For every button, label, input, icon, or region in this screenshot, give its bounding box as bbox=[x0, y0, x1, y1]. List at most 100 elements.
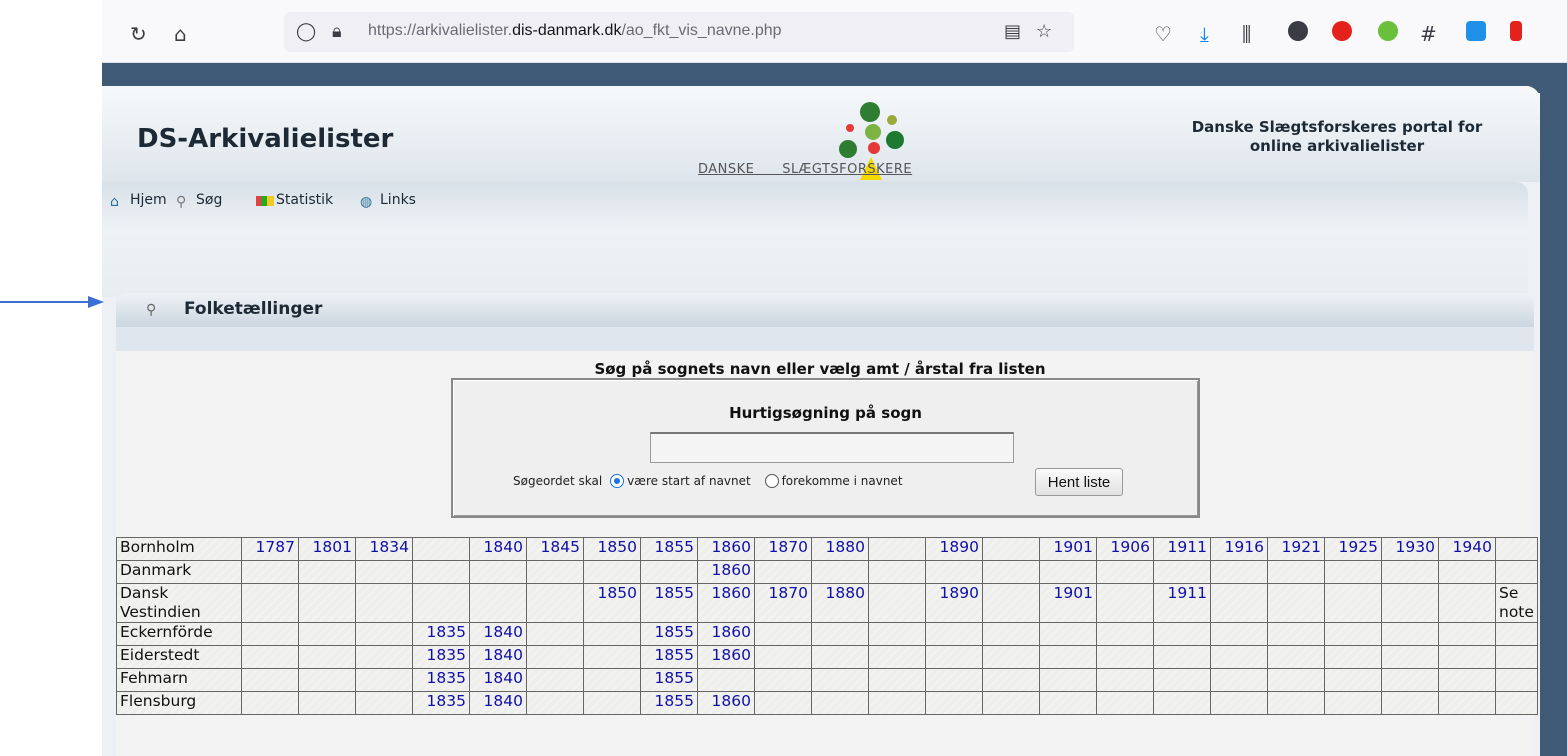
url-bar[interactable]: ◯ 🔒︎ https://arkivalielister.dis-danmark… bbox=[284, 12, 1074, 52]
census-year-link[interactable]: 1906 bbox=[1096, 537, 1154, 561]
census-year-link[interactable]: 1860 bbox=[697, 560, 755, 584]
empty-cell bbox=[1267, 560, 1325, 584]
empty-cell bbox=[526, 668, 584, 692]
search-mode: Søgeordet skal være start af navnet fore… bbox=[513, 474, 903, 488]
census-year-link[interactable]: 1855 bbox=[640, 668, 698, 692]
empty-cell bbox=[526, 645, 584, 669]
census-year-link[interactable]: 1921 bbox=[1267, 537, 1325, 561]
census-year-link[interactable]: 1940 bbox=[1438, 537, 1496, 561]
census-year-link[interactable]: 1850 bbox=[583, 583, 641, 623]
logo-dot bbox=[886, 131, 904, 149]
quick-search-box: Hurtigsøgning på sogn Søgeordet skal vær… bbox=[451, 378, 1200, 518]
census-year-link[interactable]: 1840 bbox=[469, 537, 527, 561]
logo-dot bbox=[846, 124, 854, 132]
empty-cell bbox=[1039, 691, 1097, 715]
empty-cell bbox=[1267, 645, 1325, 669]
pocket-icon[interactable]: ♡ bbox=[1154, 24, 1172, 44]
census-year-link[interactable]: 1911 bbox=[1153, 583, 1211, 623]
nav-item-sog[interactable]: ⚲ Søg bbox=[176, 192, 222, 210]
bookmark-star-icon[interactable]: ☆ bbox=[1036, 21, 1052, 42]
nav-item-links[interactable]: ◍ Links bbox=[360, 192, 416, 210]
shield-icon[interactable]: ◯ bbox=[296, 21, 316, 42]
census-year-link[interactable]: 1916 bbox=[1210, 537, 1268, 561]
extension-s-icon[interactable] bbox=[1466, 21, 1486, 41]
census-year-link[interactable]: 1835 bbox=[412, 668, 470, 692]
note-cell[interactable]: Se note bbox=[1495, 583, 1538, 623]
census-year-link[interactable]: 1870 bbox=[754, 583, 812, 623]
census-year-link[interactable]: 1860 bbox=[697, 583, 755, 623]
note-cell bbox=[1495, 622, 1538, 646]
parish-search-input[interactable] bbox=[650, 432, 1014, 463]
census-year-link[interactable]: 1925 bbox=[1324, 537, 1382, 561]
empty-cell bbox=[1096, 668, 1154, 692]
census-year-link[interactable]: 1880 bbox=[811, 583, 869, 623]
extension-more-icon[interactable] bbox=[1510, 21, 1522, 41]
radio-start-of-name[interactable] bbox=[610, 474, 625, 488]
empty-cell bbox=[241, 691, 299, 715]
empty-cell bbox=[1153, 622, 1211, 646]
census-year-link[interactable]: 1801 bbox=[298, 537, 356, 561]
region-name: Fehmarn bbox=[116, 668, 242, 692]
census-year-link[interactable]: 1835 bbox=[412, 645, 470, 669]
region-name: Flensburg bbox=[116, 691, 242, 715]
census-year-link[interactable]: 1880 bbox=[811, 537, 869, 561]
url-text[interactable]: https://arkivalielister.dis-danmark.dk/a… bbox=[368, 22, 782, 40]
nav-item-hjem[interactable]: ⌂ Hjem bbox=[110, 192, 167, 210]
census-year-link[interactable]: 1835 bbox=[412, 622, 470, 646]
census-year-link[interactable]: 1855 bbox=[640, 583, 698, 623]
table-row: Flensburg 1835 1840 1855 1860 bbox=[116, 691, 1538, 715]
census-year-link[interactable]: 1855 bbox=[640, 691, 698, 715]
logo-text[interactable]: DANSKE SLÆGTSFORSKERE bbox=[698, 162, 912, 177]
nav-item-statistik[interactable]: Statistik bbox=[256, 192, 333, 208]
download-icon[interactable]: ⤓ bbox=[1200, 24, 1209, 44]
census-year-link[interactable]: 1855 bbox=[640, 645, 698, 669]
census-year-link[interactable]: 1840 bbox=[469, 668, 527, 692]
note-cell bbox=[1495, 691, 1538, 715]
site-title[interactable]: DS-Arkivalielister bbox=[137, 124, 393, 154]
census-year-link[interactable]: 1840 bbox=[469, 645, 527, 669]
radio-contains[interactable] bbox=[764, 474, 779, 488]
empty-cell bbox=[526, 691, 584, 715]
census-year-link[interactable]: 1860 bbox=[697, 691, 755, 715]
census-year-link[interactable]: 1787 bbox=[241, 537, 299, 561]
census-year-link[interactable]: 1860 bbox=[697, 645, 755, 669]
library-icon[interactable]: ⫼ bbox=[1242, 24, 1251, 44]
census-year-link[interactable]: 1835 bbox=[412, 691, 470, 715]
census-year-link[interactable]: 1890 bbox=[925, 583, 983, 623]
extension-check-icon[interactable] bbox=[1378, 21, 1398, 41]
extension-red-icon[interactable] bbox=[1332, 21, 1352, 41]
census-year-link[interactable]: 1901 bbox=[1039, 537, 1097, 561]
region-name: Bornholm bbox=[116, 537, 242, 561]
census-year-link[interactable]: 1911 bbox=[1153, 537, 1211, 561]
census-year-link[interactable]: 1840 bbox=[469, 691, 527, 715]
empty-cell bbox=[1324, 668, 1382, 692]
census-year-link[interactable]: 1901 bbox=[1039, 583, 1097, 623]
census-year-link[interactable]: 1855 bbox=[640, 537, 698, 561]
extension-grid-icon[interactable]: # bbox=[1420, 24, 1437, 44]
census-year-link[interactable]: 1855 bbox=[640, 622, 698, 646]
empty-cell bbox=[697, 668, 755, 692]
fetch-list-button[interactable]: Hent liste bbox=[1035, 468, 1123, 496]
empty-cell bbox=[1381, 668, 1439, 692]
census-year-link[interactable]: 1850 bbox=[583, 537, 641, 561]
census-year-link[interactable]: 1870 bbox=[754, 537, 812, 561]
radio-start-label[interactable]: være start af navnet bbox=[627, 474, 751, 488]
census-year-link[interactable]: 1860 bbox=[697, 622, 755, 646]
note-cell bbox=[1495, 537, 1538, 561]
extension-j-icon[interactable] bbox=[1288, 21, 1308, 41]
census-year-link[interactable]: 1834 bbox=[355, 537, 413, 561]
census-year-link[interactable]: 1860 bbox=[697, 537, 755, 561]
census-year-link[interactable]: 1890 bbox=[925, 537, 983, 561]
empty-cell bbox=[583, 560, 641, 584]
reload-icon[interactable]: ↻ bbox=[130, 24, 147, 44]
census-year-link[interactable]: 1930 bbox=[1381, 537, 1439, 561]
census-year-link[interactable]: 1845 bbox=[526, 537, 584, 561]
empty-cell bbox=[1324, 622, 1382, 646]
census-year-link[interactable]: 1840 bbox=[469, 622, 527, 646]
empty-cell bbox=[754, 560, 812, 584]
lock-icon[interactable]: 🔒︎ bbox=[332, 21, 342, 42]
empty-cell bbox=[1381, 691, 1439, 715]
radio-contains-label[interactable]: forekomme i navnet bbox=[782, 474, 903, 488]
home-icon[interactable]: ⌂ bbox=[174, 24, 187, 44]
reader-view-icon[interactable]: ▤ bbox=[1004, 21, 1021, 42]
